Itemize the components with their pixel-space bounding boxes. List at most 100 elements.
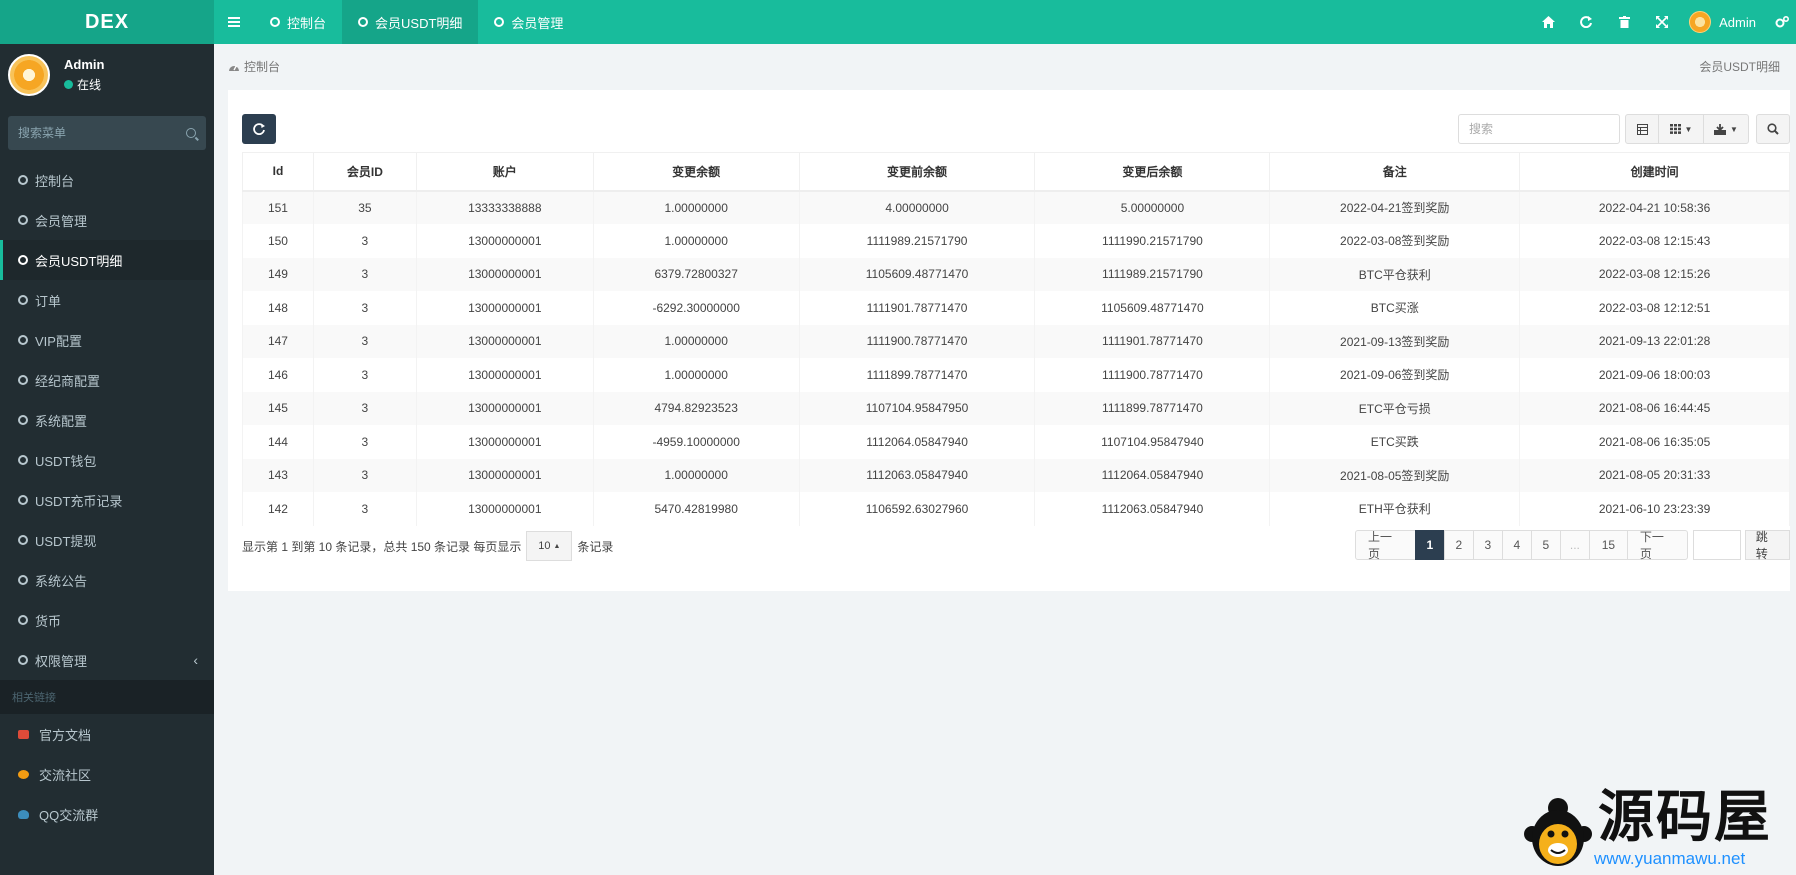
column-header-change[interactable]: 变更余额 <box>592 152 800 192</box>
table-row[interactable]: 150 3 13000000001 1.00000000 1111989.2157179… <box>242 224 1790 258</box>
refresh-button[interactable] <box>1567 0 1605 44</box>
sidebar-item-broker-config[interactable]: 经纪商配置 <box>0 360 214 400</box>
trash-icon <box>1618 16 1630 28</box>
table-search-input[interactable] <box>1458 114 1620 144</box>
table-header-row: Id 会员ID 账户 变更余额 变更前余额 变更后余额 备注 创建时间 <box>242 152 1790 192</box>
sidebar-item-usdt-wallet[interactable]: USDT钱包 <box>0 440 214 480</box>
cell-change: 1.00000000 <box>592 458 800 492</box>
refresh-button[interactable] <box>242 114 276 144</box>
table-row[interactable]: 151 35 13333338888 1.00000000 4.00000000 5.00… <box>242 190 1790 224</box>
page-button-1[interactable]: 1 <box>1414 530 1445 560</box>
column-header-member-id[interactable]: 会员ID <box>312 152 417 192</box>
table-row[interactable]: 142 3 13000000001 5470.42819980 1106592.6302… <box>242 492 1790 526</box>
page-button-5[interactable]: 5 <box>1530 530 1561 560</box>
clear-cache-button[interactable] <box>1605 0 1643 44</box>
cell-change: 4794.82923523 <box>592 391 800 425</box>
column-header-created-at[interactable]: 创建时间 <box>1519 152 1790 192</box>
cell-balance-before: 1106592.63027960 <box>798 492 1036 526</box>
sidebar-user-name: Admin <box>64 57 105 72</box>
table-row[interactable]: 146 3 13000000001 1.00000000 1111899.7877147… <box>242 358 1790 392</box>
table-row[interactable]: 144 3 13000000001 -4959.10000000 1112064.058… <box>242 425 1790 459</box>
cell-balance-before: 1111989.21571790 <box>798 224 1036 258</box>
page-button-3[interactable]: 3 <box>1472 530 1503 560</box>
user-name: Admin <box>1719 14 1756 30</box>
column-header-balance-after[interactable]: 变更后余额 <box>1034 152 1271 192</box>
circle-icon <box>18 575 28 585</box>
sidebar-item-announcements[interactable]: 系统公告 <box>0 560 214 600</box>
sidebar-link-community[interactable]: 交流社区 <box>0 754 214 794</box>
sidebar-item-currency[interactable]: 货币 <box>0 600 214 640</box>
cell-created-at: 2022-03-08 12:15:26 <box>1519 257 1790 291</box>
app-logo[interactable]: DEX <box>0 0 214 44</box>
breadcrumb-home[interactable]: 控制台 <box>244 58 280 75</box>
sidebar-link-docs[interactable]: 官方文档 <box>0 714 214 754</box>
table-row[interactable]: 145 3 13000000001 4794.82923523 1107104.9584… <box>242 391 1790 425</box>
table-row[interactable]: 147 3 13000000001 1.00000000 1111900.7877147… <box>242 324 1790 358</box>
toggle-view-button[interactable] <box>1625 114 1659 144</box>
sidebar-item-vip-config[interactable]: VIP配置 <box>0 320 214 360</box>
usdt-detail-table: Id 会员ID 账户 变更余额 变更前余额 变更后余额 备注 创建时间 151 3… <box>242 152 1790 526</box>
circle-icon <box>18 255 28 265</box>
fullscreen-button[interactable] <box>1643 0 1681 44</box>
search-icon[interactable] <box>186 128 196 138</box>
qq-icon <box>18 809 29 819</box>
column-header-balance-before[interactable]: 变更前余额 <box>798 152 1036 192</box>
sidebar-item-label: 权限管理 <box>35 653 88 669</box>
page-size-value: 10 <box>538 540 551 552</box>
sidebar-item-system-config[interactable]: 系统配置 <box>0 400 214 440</box>
settings-button[interactable] <box>1768 0 1796 44</box>
sidebar-item-usdt-deposits[interactable]: USDT充币记录 <box>0 480 214 520</box>
table-row[interactable]: 149 3 13000000001 6379.72800327 1105609.4877… <box>242 257 1790 291</box>
cell-id: 146 <box>242 358 314 392</box>
next-page-button[interactable]: 下一页 <box>1626 530 1688 561</box>
cell-created-at: 2022-04-21 10:58:36 <box>1519 190 1790 224</box>
tab-member-management[interactable]: 会员管理 <box>478 0 579 44</box>
sidebar-item-permissions[interactable]: 权限管理 ‹ <box>0 640 214 680</box>
sidebar-item-label: 系统公告 <box>35 573 88 589</box>
cell-id: 149 <box>242 257 314 291</box>
tab-dashboard[interactable]: 控制台 <box>254 0 342 44</box>
cell-balance-before: 1105609.48771470 <box>798 257 1036 291</box>
export-dropdown-button[interactable]: ▼ <box>1703 114 1749 144</box>
cell-created-at: 2021-08-05 20:31:33 <box>1519 458 1790 492</box>
column-header-id[interactable]: Id <box>242 152 314 192</box>
cell-account: 13000000001 <box>415 391 594 425</box>
sidebar-link-qq-group[interactable]: QQ交流群 <box>0 794 214 834</box>
fullscreen-icon <box>1656 16 1669 28</box>
sidebar-item-usdt-withdraw[interactable]: USDT提现 <box>0 520 214 560</box>
page-button-2[interactable]: 2 <box>1443 530 1474 560</box>
cell-balance-after: 1112064.05847940 <box>1034 458 1271 492</box>
tab-label: 会员USDT明细 <box>375 15 463 31</box>
sidebar: Admin 在线 控制台 会员管理 会员USDT明细 订单 VIP配置 经纪商配… <box>0 44 214 875</box>
table-toolbar-group: ▼ ▼ <box>1625 114 1749 144</box>
sidebar-item-dashboard[interactable]: 控制台 <box>0 160 214 200</box>
jump-button[interactable]: 跳转 <box>1744 530 1790 561</box>
page-button-4[interactable]: 4 <box>1501 530 1532 560</box>
table-row[interactable]: 148 3 13000000001 -6292.30000000 1111901.787… <box>242 291 1790 325</box>
cell-account: 13000000001 <box>415 257 594 291</box>
table-view-icon <box>1636 123 1648 135</box>
column-header-account[interactable]: 账户 <box>415 152 594 192</box>
user-menu[interactable]: Admin <box>1681 11 1768 33</box>
cell-created-at: 2021-09-13 22:01:28 <box>1519 324 1790 358</box>
page-button-15[interactable]: 15 <box>1588 530 1628 560</box>
sidebar-item-label: 货币 <box>35 613 62 629</box>
advanced-search-button[interactable] <box>1756 114 1790 144</box>
prev-page-button[interactable]: 上一页 <box>1355 530 1416 561</box>
jump-page-input[interactable] <box>1692 530 1741 560</box>
sidebar-toggle-button[interactable] <box>214 0 254 44</box>
column-header-remark[interactable]: 备注 <box>1269 152 1521 192</box>
cell-remark: 2021-09-06签到奖励 <box>1269 358 1521 392</box>
menu-search-input[interactable] <box>18 126 186 140</box>
sidebar-item-member-management[interactable]: 会员管理 <box>0 200 214 240</box>
sidebar-item-member-usdt-detail[interactable]: 会员USDT明细 <box>0 240 214 280</box>
breadcrumb: 控制台 会员USDT明细 <box>214 44 1796 88</box>
cell-created-at: 2021-08-06 16:35:05 <box>1519 425 1790 459</box>
home-button[interactable] <box>1529 0 1567 44</box>
sidebar-item-orders[interactable]: 订单 <box>0 280 214 320</box>
tab-label: 会员管理 <box>511 15 564 31</box>
columns-dropdown-button[interactable]: ▼ <box>1658 114 1704 144</box>
page-size-dropdown[interactable]: 10 ▲ <box>526 531 573 561</box>
table-row[interactable]: 143 3 13000000001 1.00000000 1112063.0584794… <box>242 458 1790 492</box>
tab-member-usdt-detail[interactable]: 会员USDT明细 <box>342 0 479 44</box>
